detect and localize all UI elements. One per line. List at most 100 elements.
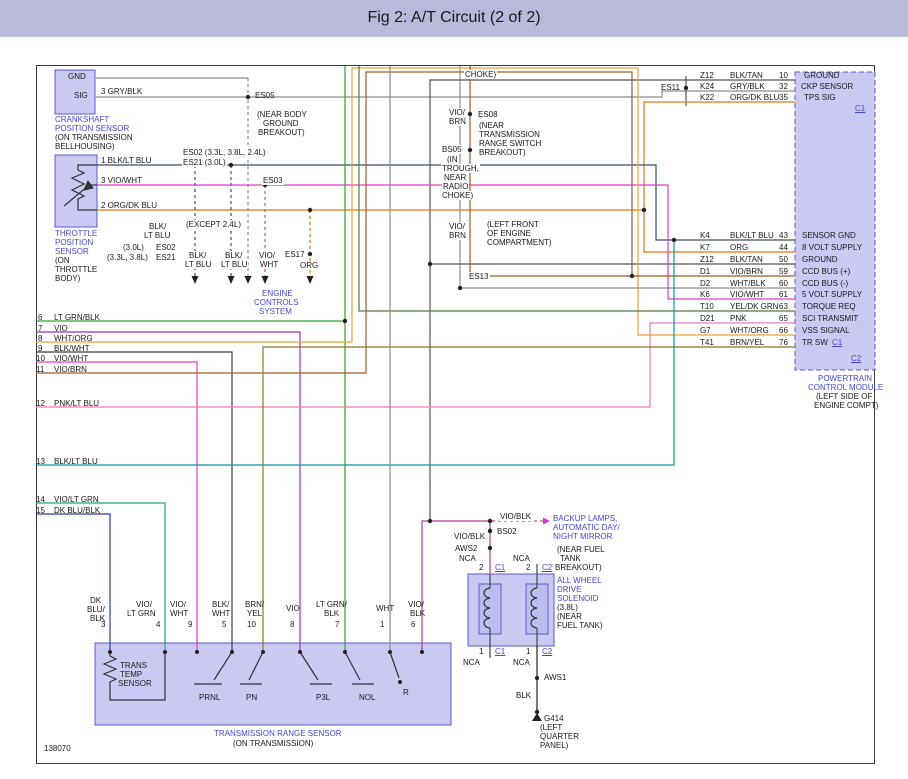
- tps-name3: SENSOR: [55, 247, 89, 256]
- gear-position-label: NOL: [359, 693, 375, 702]
- connector-c1-link[interactable]: C1: [495, 647, 505, 656]
- pcm-pin-wire: VIO/BRN: [730, 267, 763, 276]
- row-num: 9: [38, 344, 42, 353]
- row-num: 14: [36, 495, 45, 504]
- es05-location2: GROUND: [263, 119, 299, 128]
- wire-label: VIO/LT GRN: [54, 495, 99, 504]
- awd-engine-note: (3.8L): [557, 603, 578, 612]
- splice-bs02: BS02: [496, 527, 518, 536]
- pcm-fn-label: GROUND: [802, 255, 838, 264]
- pin-num: 6: [411, 620, 415, 629]
- connector-c1-link[interactable]: C1: [855, 104, 865, 113]
- g414-location: (LEFT: [540, 723, 562, 732]
- wire-label: VIO/: [448, 108, 466, 117]
- splice-es02: ES02: [155, 243, 177, 252]
- gear-position-label: R: [403, 688, 409, 697]
- wire-label: BLU/: [87, 605, 105, 614]
- splice-bs05: BS05: [441, 145, 463, 154]
- wire-label: BRN: [448, 231, 467, 240]
- pcm-pin-num: 76: [779, 338, 788, 347]
- bs05-location2: TROUGH,: [441, 164, 480, 173]
- row-num: 10: [36, 354, 45, 363]
- connector-c1-link[interactable]: C1: [495, 563, 505, 572]
- pcm-pin-id: T41: [700, 338, 714, 347]
- awd-name: ALL WHEEL: [557, 576, 602, 585]
- connector-c2-link[interactable]: C2: [851, 354, 861, 363]
- awd-breakout-note3: BREAKOUT): [555, 563, 602, 572]
- wire-label: BLK/: [188, 251, 207, 260]
- wire-label: LT BLU: [220, 260, 248, 269]
- row-num: 13: [36, 457, 45, 466]
- nca-label: NCA: [463, 658, 480, 667]
- tps-name2: POSITION: [55, 238, 93, 247]
- pcm-pin-wire: ORG: [730, 243, 748, 252]
- pin-num: 1: [380, 620, 384, 629]
- pin-num: 3: [101, 620, 105, 629]
- pcm-pin-wire: BLK/LT BLU: [730, 231, 774, 240]
- pcm-pin-num: 43: [779, 231, 788, 240]
- pcm-fn-label: GROUND: [804, 71, 840, 80]
- trs-location: (ON TRANSMISSION): [233, 739, 313, 748]
- pin-num: 2: [479, 563, 483, 572]
- row-num: 6: [38, 313, 42, 322]
- pin-num: 7: [335, 620, 339, 629]
- gear-position-label: P3L: [316, 693, 330, 702]
- wire-label: WHT: [170, 609, 188, 618]
- tps-location: (ON: [55, 256, 70, 265]
- wire-label: LT GRN: [127, 609, 156, 618]
- choke-note: CHOKE): [464, 70, 497, 79]
- compartment-note3: COMPARTMENT): [487, 238, 552, 247]
- gear-position-label: PRNL: [199, 693, 220, 702]
- splice-es21: ES21: [155, 253, 177, 262]
- splice-es03: ES03: [262, 176, 284, 185]
- ckp-location2: BELLHOUSING): [55, 142, 115, 151]
- es05-location: (NEAR BODY: [257, 110, 307, 119]
- wire-label: LT GRN/BLK: [54, 313, 100, 322]
- wire-label: WHT: [212, 609, 230, 618]
- pcm-pin-wire: BRN/YEL: [730, 338, 764, 347]
- pcm-pin-wire: GRY/BLK: [730, 82, 765, 91]
- connector-c2-link[interactable]: C2: [542, 563, 552, 572]
- trans-temp-label2: TEMP: [120, 670, 142, 679]
- pcm-fn-label: TR SW: [802, 338, 828, 347]
- pcm-pin-num: 59: [779, 267, 788, 276]
- pcm-pin-num: 35: [779, 93, 788, 102]
- splice-es08: ES08: [477, 110, 499, 119]
- awd-name3: SOLENOID: [557, 594, 598, 603]
- es05-location3: BREAKOUT): [258, 128, 305, 137]
- pcm-fn-label: TPS SIG: [804, 93, 836, 102]
- splice-es02-row: ES02 (3.3L, 3.8L, 2.4L): [182, 148, 267, 157]
- engine-note: (3.3L, 3.8L): [106, 253, 149, 262]
- trans-temp-label3: SENSOR: [118, 679, 152, 688]
- wire-label: WHT: [376, 604, 394, 613]
- wire-label: LT GRN/: [316, 600, 347, 609]
- connector-c2-link[interactable]: C2: [542, 647, 552, 656]
- wire-label: BLK: [410, 609, 425, 618]
- pcm-pin-wire: BLK/TAN: [730, 71, 763, 80]
- ckp-name: CRANKSHAFT: [55, 115, 109, 124]
- awd-breakout-note2: TANK: [560, 554, 581, 563]
- backup-lamps-note2: AUTOMATIC DAY/: [553, 523, 620, 532]
- wire-label: WHT/ORG: [54, 334, 93, 343]
- trans-temp-label: TRANS: [120, 661, 147, 670]
- wire-label: VIO/BRN: [54, 365, 87, 374]
- tps-pin2-label: 2 ORG/DK BLU: [101, 201, 157, 210]
- wire-label: YEL: [247, 609, 262, 618]
- row-num: 15: [36, 506, 45, 515]
- pcm-fn-label: 5 VOLT SUPPLY: [802, 290, 862, 299]
- trs-name: TRANSMISSION RANGE SENSOR: [214, 729, 342, 738]
- wire-label: PNK/LT BLU: [54, 399, 99, 408]
- pcm-pin-id: K7: [700, 243, 710, 252]
- pin-num: 5: [222, 620, 226, 629]
- ground-g414: G414: [544, 714, 564, 723]
- awd-location: (NEAR: [557, 612, 582, 621]
- wire-label: BRN: [448, 117, 467, 126]
- awd-location2: FUEL TANK): [557, 621, 603, 630]
- ecs-label3: SYSTEM: [259, 307, 292, 316]
- pcm-pin-id: Z12: [700, 71, 714, 80]
- pcm-pin-num: 50: [779, 255, 788, 264]
- connector-c1-link[interactable]: C1: [832, 338, 842, 347]
- pcm-pin-num: 66: [779, 326, 788, 335]
- ckp-pin-sig: SIG: [74, 91, 88, 100]
- wire-label: LT BLU: [143, 231, 171, 240]
